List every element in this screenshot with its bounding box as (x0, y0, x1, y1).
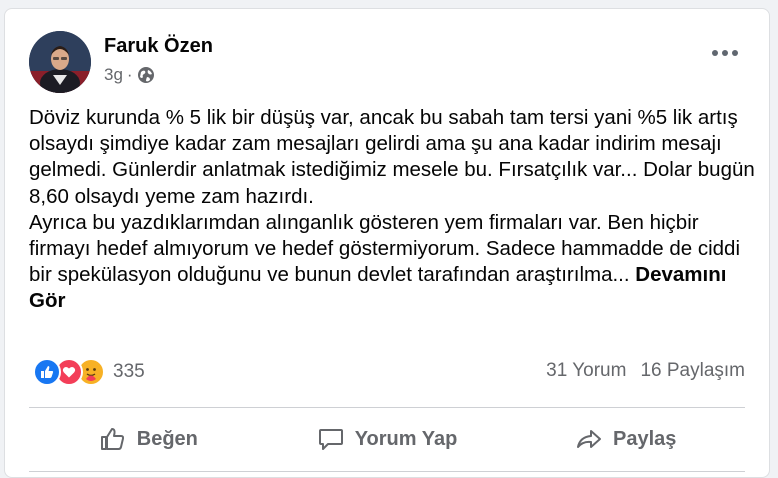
shares-count[interactable]: 16 Paylaşım (640, 360, 745, 382)
divider (29, 407, 745, 408)
author-avatar[interactable] (29, 31, 91, 93)
post-meta: 3g · (104, 65, 155, 85)
share-button[interactable]: Paylaş (506, 419, 745, 459)
post-body: Döviz kurunda % 5 lik bir düşüş var, anc… (29, 106, 755, 287)
like-label: Beğen (136, 427, 198, 450)
comment-icon (318, 429, 343, 450)
share-icon (576, 430, 601, 448)
post-text: Döviz kurunda % 5 lik bir düşüş var, anc… (29, 105, 759, 315)
reaction-count: 335 (113, 361, 145, 382)
reactions-summary[interactable]: 335 (33, 358, 145, 386)
more-options-button[interactable] (705, 41, 745, 65)
comments-count[interactable]: 31 Yorum (546, 360, 626, 382)
like-button[interactable]: Beğen (29, 419, 268, 459)
globe-icon[interactable] (137, 66, 155, 84)
comment-label: Yorum Yap (354, 427, 458, 450)
post-time[interactable]: 3g (104, 65, 123, 85)
thumbs-up-icon (100, 428, 124, 450)
action-bar: Beğen Yorum Yap Paylaş (29, 419, 745, 459)
author-name[interactable]: Faruk Özen (104, 35, 213, 58)
meta-separator: · (126, 65, 133, 84)
share-label: Paylaş (612, 427, 677, 450)
like-icon (33, 358, 61, 386)
bottom-divider (29, 471, 745, 472)
comment-button[interactable]: Yorum Yap (268, 419, 507, 459)
more-options-icon (712, 50, 738, 56)
engagement-stats: 31 Yorum 16 Paylaşım (546, 360, 745, 382)
post-card: Faruk Özen 3g · Döviz kurunda % 5 lik bi… (4, 8, 770, 478)
